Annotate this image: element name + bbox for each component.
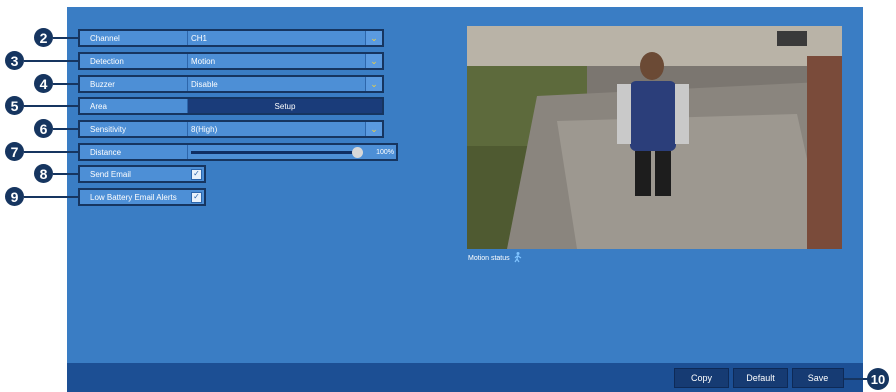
buzzer-label: Buzzer [80, 77, 188, 91]
callout-line [53, 83, 79, 85]
save-button[interactable]: Save [792, 368, 844, 388]
callout-line [24, 196, 79, 198]
sensitivity-select[interactable]: 8(High) ⌄ [188, 122, 382, 136]
callout-8: 8 [34, 164, 53, 183]
callout-line [24, 151, 79, 153]
send-email-row: Send Email ✓ [78, 165, 206, 183]
callout-7: 7 [5, 142, 24, 161]
channel-select[interactable]: CH1 ⌄ [188, 31, 382, 45]
channel-row: Channel CH1 ⌄ [78, 29, 384, 47]
low-battery-checkbox[interactable]: ✓ [191, 191, 202, 203]
channel-value: CH1 [191, 33, 208, 43]
callout-10: 10 [867, 368, 889, 390]
chevron-down-icon[interactable]: ⌄ [365, 122, 382, 136]
camera-preview [467, 26, 842, 249]
callout-5: 5 [5, 96, 24, 115]
slider-track[interactable] [191, 151, 359, 154]
callout-line [53, 128, 79, 130]
walking-person-icon [514, 252, 522, 265]
buzzer-select[interactable]: Disable ⌄ [188, 77, 382, 91]
distance-label: Distance [80, 145, 188, 159]
area-setup-button[interactable]: Setup [188, 99, 382, 113]
callout-4: 4 [34, 74, 53, 93]
detection-value: Motion [191, 56, 216, 66]
default-button[interactable]: Default [733, 368, 788, 388]
distance-row: Distance 100% [78, 143, 398, 161]
check-icon: ✓ [193, 192, 200, 201]
callout-2: 2 [34, 28, 53, 47]
chevron-down-icon[interactable]: ⌄ [365, 77, 382, 91]
buzzer-row: Buzzer Disable ⌄ [78, 75, 384, 93]
callout-line [53, 173, 79, 175]
send-email-checkbox[interactable]: ✓ [191, 168, 202, 180]
distance-value: 100% [376, 148, 394, 156]
callout-3: 3 [5, 51, 24, 70]
sensitivity-value: 8(High) [191, 124, 218, 134]
send-email-cell: ✓ [188, 167, 204, 181]
chevron-down-icon[interactable]: ⌄ [365, 54, 382, 68]
low-battery-label: Low Battery Email Alerts [80, 190, 188, 204]
callout-line [24, 60, 79, 62]
sensitivity-label: Sensitivity [80, 122, 188, 136]
camera-image [467, 26, 842, 249]
low-battery-row: Low Battery Email Alerts ✓ [78, 188, 206, 206]
sensitivity-row: Sensitivity 8(High) ⌄ [78, 120, 384, 138]
detection-label: Detection [80, 54, 188, 68]
area-label: Area [80, 99, 188, 113]
callout-9: 9 [5, 187, 24, 206]
channel-label: Channel [80, 31, 188, 45]
callout-line [53, 37, 79, 39]
motion-status-label: Motion status [468, 255, 510, 262]
motion-status: Motion status [468, 252, 522, 265]
detection-select[interactable]: Motion ⌄ [188, 54, 382, 68]
copy-button[interactable]: Copy [674, 368, 729, 388]
callout-line [24, 105, 79, 107]
callout-line [840, 378, 868, 380]
distance-slider[interactable]: 100% [188, 145, 396, 159]
slider-handle[interactable] [352, 147, 363, 158]
callout-6: 6 [34, 119, 53, 138]
send-email-label: Send Email [80, 167, 188, 181]
detection-row: Detection Motion ⌄ [78, 52, 384, 70]
low-battery-cell: ✓ [188, 190, 204, 204]
buzzer-value: Disable [191, 79, 218, 89]
chevron-down-icon[interactable]: ⌄ [365, 31, 382, 45]
check-icon: ✓ [193, 169, 200, 178]
area-row: Area Setup [78, 97, 384, 115]
